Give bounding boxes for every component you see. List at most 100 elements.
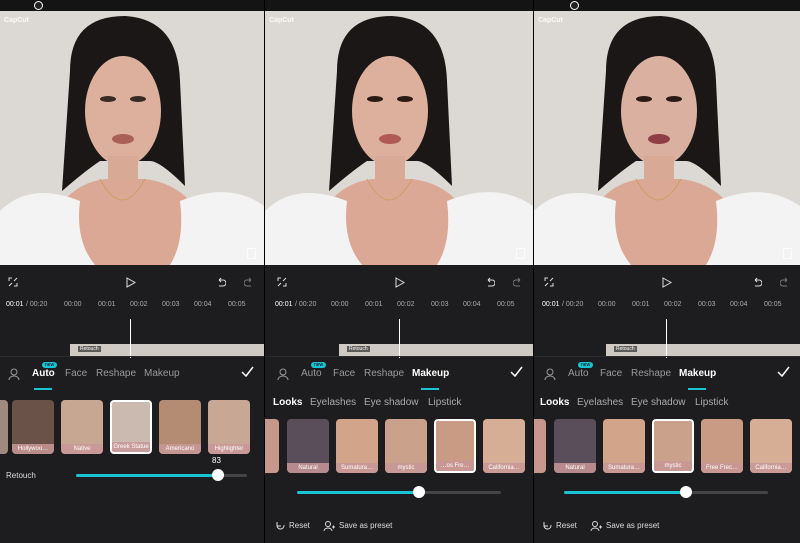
tab-auto[interactable]: Auto <box>32 368 55 379</box>
preset-name: …os Fre… <box>436 461 474 471</box>
timeline-track[interactable]: Retouch <box>0 313 264 358</box>
preset-tile[interactable] <box>265 419 279 473</box>
fullscreen-icon[interactable] <box>544 277 554 287</box>
save-as-preset-button[interactable]: Save as preset <box>590 521 659 532</box>
preset-tile[interactable]: Natural <box>287 419 329 473</box>
aspect-icon[interactable] <box>516 248 525 259</box>
subtab-lipstick[interactable]: Lipstick <box>695 397 728 408</box>
undo-icon[interactable] <box>752 277 762 287</box>
redo-icon[interactable] <box>244 277 254 287</box>
subtab-eye-shadow[interactable]: Eye shadow <box>364 397 418 408</box>
tab-bar: new Auto Face Reshape Makeup <box>265 356 533 391</box>
undo-icon[interactable] <box>485 277 495 287</box>
tab-makeup[interactable]: Makeup <box>679 368 716 379</box>
track-label: Retouch <box>78 346 101 352</box>
reset-button[interactable]: Reset <box>542 521 577 531</box>
preset-tile-selected[interactable]: mystic <box>652 419 694 473</box>
tab-face[interactable]: Face <box>333 368 355 379</box>
fullscreen-icon[interactable] <box>277 277 287 287</box>
subtab-looks[interactable]: Looks <box>273 397 302 408</box>
playhead[interactable] <box>399 319 400 358</box>
preset-tile[interactable]: Hollywoo… <box>12 400 54 454</box>
redo-icon[interactable] <box>780 277 790 287</box>
tab-makeup[interactable]: Makeup <box>412 368 449 379</box>
slider-knob[interactable] <box>413 486 425 498</box>
save-preset-label: Save as preset <box>339 521 393 531</box>
subtab-eye-shadow[interactable]: Eye shadow <box>631 397 685 408</box>
playhead[interactable] <box>666 319 667 358</box>
panel-auto-retouch: CapCut 00:01 / 00:20 00:00 00:01 00:02 0… <box>0 0 264 543</box>
aspect-icon[interactable] <box>783 248 792 259</box>
preset-tile[interactable] <box>534 419 546 473</box>
track-label: Retouch <box>614 346 637 352</box>
timeline-track[interactable]: Retouch <box>265 313 533 358</box>
pen-icon[interactable] <box>34 1 43 10</box>
save-preset-icon <box>590 521 602 532</box>
pen-icon[interactable] <box>570 1 579 10</box>
tab-makeup[interactable]: Makeup <box>144 368 180 379</box>
person-icon[interactable] <box>544 368 556 380</box>
subtab-looks[interactable]: Looks <box>540 397 569 408</box>
video-clip[interactable]: Retouch <box>70 344 264 356</box>
tab-face[interactable]: Face <box>600 368 622 379</box>
reset-label: Reset <box>289 521 310 531</box>
preset-tile[interactable]: Highlighter <box>208 400 250 454</box>
preset-tile[interactable]: Sumatura… <box>336 419 378 473</box>
person-icon[interactable] <box>277 368 289 380</box>
preset-tile-selected[interactable]: Greek Statue <box>110 400 152 454</box>
save-as-preset-button[interactable]: Save as preset <box>323 521 393 532</box>
tab-reshape[interactable]: Reshape <box>631 368 671 379</box>
retouch-slider[interactable]: 83 <box>76 456 247 481</box>
preset-name: California… <box>750 463 792 473</box>
play-icon[interactable] <box>126 277 136 288</box>
play-icon[interactable] <box>395 277 405 288</box>
slider-knob[interactable] <box>680 486 692 498</box>
slider-label: Retouch <box>6 471 36 480</box>
check-icon[interactable] <box>777 366 790 377</box>
intensity-slider[interactable] <box>564 486 768 498</box>
play-icon[interactable] <box>662 277 672 288</box>
preset-tile[interactable]: Americano <box>159 400 201 454</box>
video-preview: CapCut <box>0 11 264 265</box>
undo-icon[interactable] <box>216 277 226 287</box>
tab-reshape[interactable]: Reshape <box>364 368 404 379</box>
subtab-eyelashes[interactable]: Eyelashes <box>577 397 623 408</box>
tab-auto[interactable]: Auto <box>568 368 589 379</box>
preset-name: mystic <box>385 463 427 473</box>
preset-tile[interactable]: California… <box>750 419 792 473</box>
current-time: 00:01 <box>275 301 293 308</box>
preset-tile[interactable]: Natural <box>554 419 596 473</box>
person-icon[interactable] <box>8 368 20 380</box>
slider-knob[interactable] <box>212 469 224 481</box>
preset-tile[interactable]: Free Frec… <box>701 419 743 473</box>
tab-reshape[interactable]: Reshape <box>96 368 136 379</box>
footer-actions: Reset Save as preset <box>534 512 800 543</box>
preset-tile-selected[interactable]: …os Fre… <box>434 419 476 473</box>
intensity-slider[interactable] <box>297 486 501 498</box>
preset-tile[interactable]: mystic <box>385 419 427 473</box>
current-time: 00:01 <box>542 301 560 308</box>
portrait-image <box>265 11 533 265</box>
tab-auto[interactable]: Auto <box>301 368 322 379</box>
check-icon[interactable] <box>510 366 523 377</box>
preset-tile[interactable]: California… <box>483 419 525 473</box>
preset-name: Americano <box>159 444 201 454</box>
preset-tile[interactable]: Sumatura… <box>603 419 645 473</box>
preset-tile[interactable] <box>0 400 8 454</box>
aspect-icon[interactable] <box>247 248 256 259</box>
timeline-track[interactable]: Retouch <box>534 313 800 358</box>
video-preview: CapCut <box>534 11 800 265</box>
redo-icon[interactable] <box>513 277 523 287</box>
video-clip[interactable]: Retouch <box>339 344 533 356</box>
tab-face[interactable]: Face <box>65 368 87 379</box>
preset-tile[interactable]: Native <box>61 400 103 454</box>
reset-button[interactable]: Reset <box>275 521 310 531</box>
playhead[interactable] <box>130 319 131 358</box>
subtab-lipstick[interactable]: Lipstick <box>428 397 461 408</box>
preset-name: Sumatura… <box>603 463 645 473</box>
video-clip[interactable]: Retouch <box>606 344 800 356</box>
fullscreen-icon[interactable] <box>8 277 18 287</box>
check-icon[interactable] <box>241 366 254 377</box>
subtab-eyelashes[interactable]: Eyelashes <box>310 397 356 408</box>
reset-label: Reset <box>556 521 577 531</box>
